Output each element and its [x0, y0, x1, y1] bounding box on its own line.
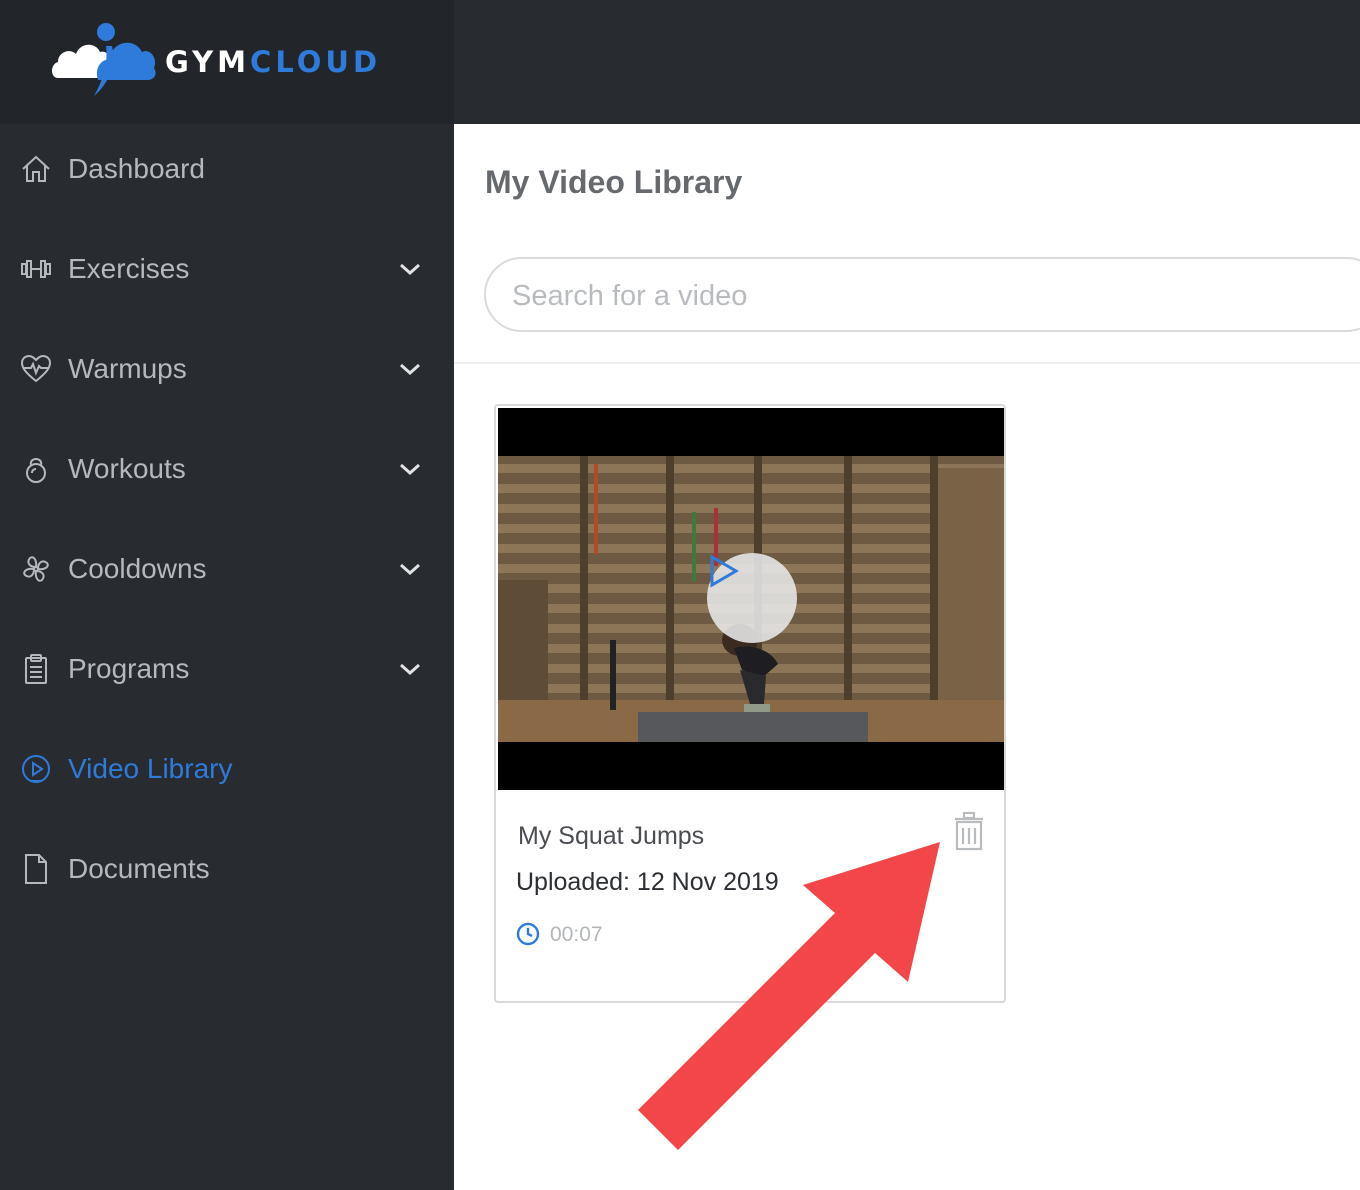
play-circle-icon	[22, 755, 50, 783]
sidebar-item-dashboard[interactable]: Dashboard	[0, 124, 454, 224]
dumbbell-icon	[21, 260, 51, 278]
chevron-down-icon[interactable]	[398, 360, 422, 378]
search-placeholder: Search for a video	[512, 280, 748, 312]
clipboard-icon	[25, 654, 47, 684]
brand-name: GYMCLOUD	[165, 45, 382, 79]
fan-icon	[23, 556, 49, 582]
chevron-down-icon[interactable]	[398, 460, 422, 478]
divider	[454, 362, 1360, 364]
brand-logo[interactable]: GYMCLOUD	[0, 0, 454, 124]
kettlebell-icon	[26, 458, 46, 483]
sidebar-item-label: Dashboard	[68, 153, 205, 184]
page-title: My Video Library	[485, 164, 743, 200]
document-icon	[25, 854, 47, 884]
sidebar-item-documents[interactable]: Documents	[0, 824, 454, 924]
home-icon	[22, 155, 50, 182]
annotation-arrow	[638, 842, 940, 1150]
sidebar-item-label: Documents	[68, 853, 210, 884]
video-thumbnail[interactable]	[498, 408, 1004, 790]
sidebar-item-warmups[interactable]: Warmups	[0, 324, 454, 424]
sidebar-item-label: Exercises	[68, 253, 190, 284]
video-duration: 00:07	[550, 923, 603, 946]
sidebar-item-programs[interactable]: Programs	[0, 624, 454, 724]
sidebar-item-label: Warmups	[68, 353, 187, 384]
sidebar-item-exercises[interactable]: Exercises	[0, 224, 454, 324]
cloud-logo-icon	[52, 23, 156, 96]
play-button[interactable]	[707, 553, 797, 643]
chevron-down-icon[interactable]	[398, 260, 422, 278]
chevron-down-icon[interactable]	[398, 560, 422, 578]
search-input[interactable]: Search for a video	[484, 257, 1360, 332]
chevron-down-icon[interactable]	[398, 660, 422, 678]
sidebar-item-label: Programs	[68, 653, 190, 684]
sidebar-item-label: Video Library	[68, 753, 233, 784]
clock-icon	[516, 922, 540, 946]
heartbeat-icon	[20, 354, 52, 383]
sidebar-item-label: Workouts	[68, 453, 186, 484]
sidebar-item-video-library[interactable]: Video Library	[0, 724, 454, 824]
sidebar-item-workouts[interactable]: Workouts	[0, 424, 454, 524]
sidebar-item-cooldowns[interactable]: Cooldowns	[0, 524, 454, 624]
sidebar: Dashboard Exercises Warmups Workouts Coo…	[0, 124, 454, 1190]
play-icon	[710, 554, 739, 588]
sidebar-item-label: Cooldowns	[68, 553, 207, 584]
